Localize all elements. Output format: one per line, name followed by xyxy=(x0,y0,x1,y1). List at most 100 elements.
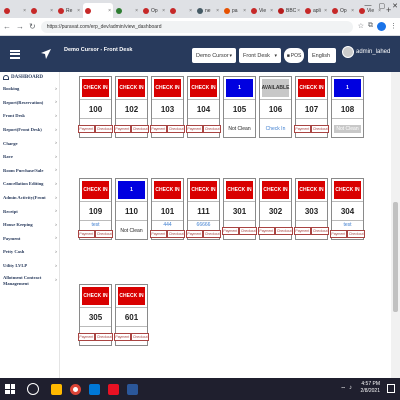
windows-start-icon[interactable] xyxy=(5,384,15,394)
tab-close-icon[interactable]: × xyxy=(108,8,111,14)
checkout-button[interactable]: Checkout xyxy=(167,124,186,133)
room-status-button[interactable]: CHECK IN xyxy=(154,181,181,199)
tab-close-icon[interactable]: × xyxy=(351,8,354,14)
room-status-button[interactable]: CHECK IN xyxy=(298,79,325,97)
pos-button[interactable]: ■ POS xyxy=(284,48,304,63)
sidebar-item[interactable]: Rave › xyxy=(0,150,59,164)
room-status-button[interactable]: CHECK IN xyxy=(262,181,289,199)
payment-button[interactable]: Payment xyxy=(293,124,311,133)
room-status-button[interactable]: AVAILABLE xyxy=(262,79,289,97)
room-note[interactable]: Check In xyxy=(266,126,286,132)
checkout-button[interactable]: Checkout xyxy=(347,230,366,238)
file-explorer-icon[interactable] xyxy=(51,383,62,395)
sidebar-item[interactable]: Petty Cash › xyxy=(0,245,59,259)
browser-tab[interactable]: × xyxy=(83,3,113,18)
room-status-button[interactable]: CHECK IN xyxy=(334,181,361,199)
room-status-button[interactable]: CHECK IN xyxy=(226,181,253,199)
payment-button[interactable]: Payment xyxy=(77,124,95,133)
checkout-button[interactable]: Checkout xyxy=(131,332,150,341)
room-status-button[interactable]: CHECK IN xyxy=(190,79,217,97)
room-note[interactable]: test xyxy=(91,222,99,228)
checkout-button[interactable]: Checkout xyxy=(239,226,258,235)
browser-tab[interactable]: Re × xyxy=(56,3,82,18)
extensions-icon[interactable]: ⧉ xyxy=(368,22,373,31)
tab-close-icon[interactable]: × xyxy=(162,8,165,14)
room-note[interactable]: Not Clean xyxy=(334,124,361,133)
chrome-icon[interactable] xyxy=(70,383,81,395)
department-select[interactable]: Front Desk ▾ xyxy=(239,48,281,63)
browser-tab[interactable]: BBC × xyxy=(276,3,302,18)
star-icon[interactable]: ☆ xyxy=(358,22,364,31)
payment-button[interactable]: Payment xyxy=(185,124,203,133)
profile-icon[interactable] xyxy=(377,22,386,31)
sidebar-item[interactable]: House Keeping › xyxy=(0,218,59,232)
user-name[interactable]: admin_lahed xyxy=(356,49,390,55)
sidebar-item[interactable]: Admin Activity(Front › xyxy=(0,191,59,205)
tab-close-icon[interactable]: × xyxy=(50,8,53,14)
search-icon[interactable] xyxy=(27,383,39,395)
checkout-button[interactable]: Checkout xyxy=(95,230,114,238)
room-status-button[interactable]: 1 xyxy=(118,181,145,199)
sidebar-item[interactable]: Cancellation Editing › xyxy=(0,177,59,191)
room-status-button[interactable]: CHECK IN xyxy=(118,79,145,97)
tab-close-icon[interactable]: × xyxy=(243,8,246,14)
checkout-button[interactable]: Checkout xyxy=(311,226,330,235)
tab-close-icon[interactable]: × xyxy=(216,8,219,14)
checkout-button[interactable]: Checkout xyxy=(311,124,330,133)
tab-close-icon[interactable]: × xyxy=(135,8,138,14)
sidebar-item[interactable]: Front Desk › xyxy=(0,109,59,123)
room-note[interactable]: 66666 xyxy=(197,222,211,228)
room-status-button[interactable]: 1 xyxy=(334,79,361,97)
payment-button[interactable]: Payment xyxy=(185,230,203,238)
browser-tab[interactable]: × xyxy=(29,3,55,18)
tab-close-icon[interactable]: × xyxy=(77,8,80,14)
sidebar-item[interactable]: Report(Reservation) › xyxy=(0,96,59,110)
edge-icon[interactable] xyxy=(89,383,100,395)
tab-close-icon[interactable]: × xyxy=(324,8,327,14)
reload-icon[interactable]: ↻ xyxy=(29,22,36,31)
sidebar-item[interactable]: Payment › xyxy=(0,232,59,246)
sidebar-item[interactable]: Receipt › xyxy=(0,204,59,218)
close-icon[interactable]: ✕ xyxy=(392,2,398,10)
payment-button[interactable]: Payment xyxy=(329,230,347,238)
tab-close-icon[interactable]: × xyxy=(270,8,273,14)
checkout-button[interactable]: Checkout xyxy=(95,332,114,341)
room-note[interactable]: 444 xyxy=(163,222,171,228)
browser-tab[interactable]: pa × xyxy=(222,3,248,18)
tab-close-icon[interactable]: × xyxy=(23,8,26,14)
checkout-button[interactable]: Checkout xyxy=(203,230,222,238)
url-field[interactable]: https://puravat.com/erp_dev/admin/view_d… xyxy=(40,20,353,33)
sidebar-item[interactable]: Charge › xyxy=(0,136,59,150)
room-status-button[interactable]: 1 xyxy=(226,79,253,97)
word-icon[interactable] xyxy=(127,383,138,395)
browser-tab[interactable]: × xyxy=(2,3,28,18)
sidebar-item-dashboard[interactable]: DASHBOARD xyxy=(0,72,59,82)
clock[interactable]: 4:57 PM 2/8/2021 xyxy=(361,381,380,395)
checkout-button[interactable]: Checkout xyxy=(95,124,114,133)
room-status-button[interactable]: CHECK IN xyxy=(82,287,109,305)
payment-button[interactable]: Payment xyxy=(149,124,167,133)
room-status-button[interactable]: CHECK IN xyxy=(82,79,109,97)
property-select[interactable]: Demo Cursor ▾ xyxy=(192,48,236,63)
more-icon[interactable]: ⋮ xyxy=(390,22,397,31)
browser-tab[interactable]: Vie × xyxy=(249,3,275,18)
back-icon[interactable]: ← xyxy=(3,22,11,31)
browser-tab[interactable]: ne × xyxy=(195,3,221,18)
payment-button[interactable]: Payment xyxy=(77,230,95,238)
room-status-button[interactable]: CHECK IN xyxy=(118,287,145,305)
sidebar-item[interactable]: Room Purchase/Sale › xyxy=(0,164,59,178)
payment-button[interactable]: Payment xyxy=(149,230,167,238)
payment-button[interactable]: Payment xyxy=(77,332,95,341)
browser-tab[interactable]: Op × xyxy=(141,3,167,18)
checkout-button[interactable]: Checkout xyxy=(167,230,186,238)
minimize-icon[interactable]: — xyxy=(365,2,372,10)
payment-button[interactable]: Payment xyxy=(257,226,275,235)
room-status-button[interactable]: CHECK IN xyxy=(190,181,217,199)
opera-icon[interactable] xyxy=(108,383,119,395)
tab-close-icon[interactable]: × xyxy=(297,8,300,14)
checkout-button[interactable]: Checkout xyxy=(131,124,150,133)
payment-button[interactable]: Payment xyxy=(293,226,311,235)
payment-button[interactable]: Payment xyxy=(221,226,239,235)
browser-tab[interactable]: Op × xyxy=(330,3,356,18)
room-status-button[interactable]: CHECK IN xyxy=(154,79,181,97)
